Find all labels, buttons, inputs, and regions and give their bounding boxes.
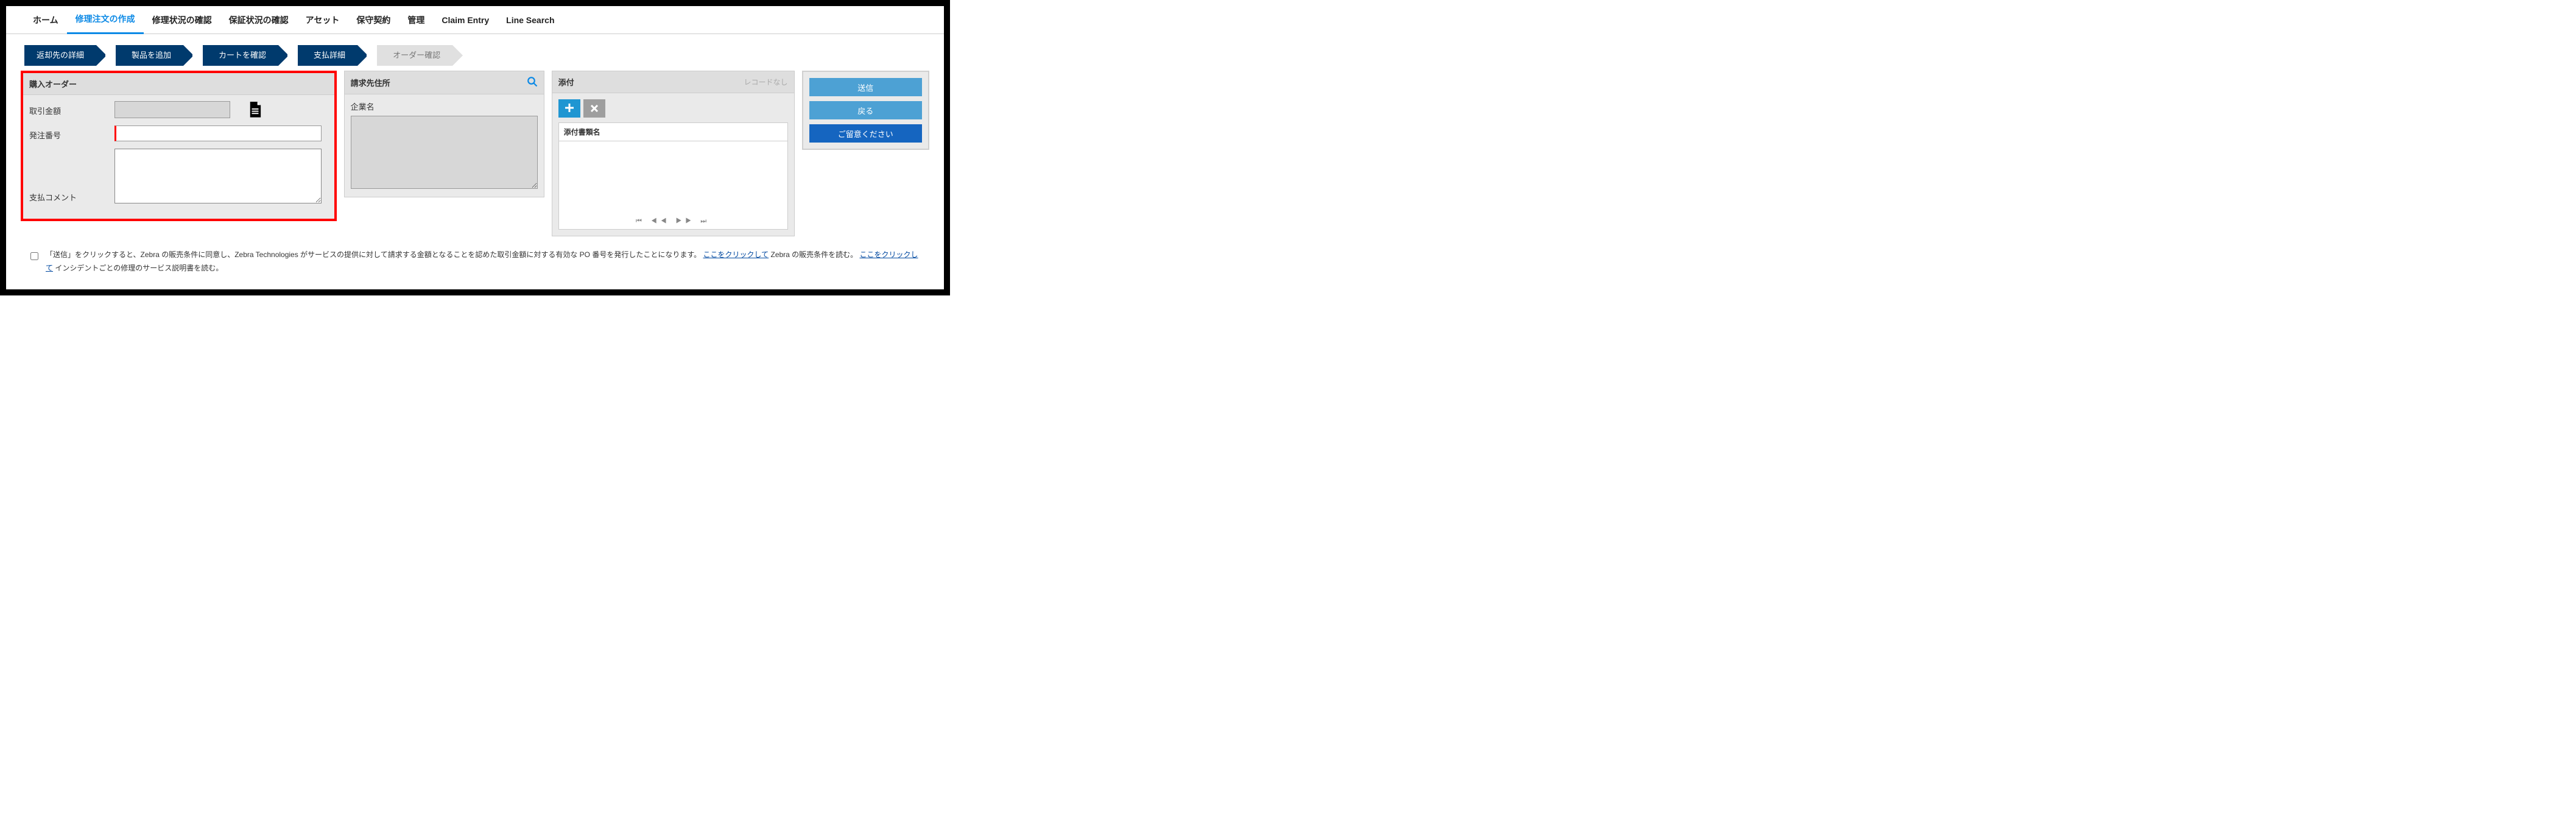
terms-link-1[interactable]: ここをクリックして bbox=[703, 250, 769, 259]
nav-line-search[interactable]: Line Search bbox=[498, 8, 563, 32]
no-records-label: レコードなし bbox=[744, 77, 788, 87]
step-return-detail[interactable]: 返却先の詳細 bbox=[24, 45, 96, 66]
attach-title: 添付 bbox=[558, 76, 574, 88]
nav-admin[interactable]: 管理 bbox=[399, 7, 433, 34]
step-order-confirm: オーダー確認 bbox=[377, 45, 452, 66]
agree-checkbox[interactable] bbox=[30, 252, 38, 260]
attachment-pager[interactable]: ⏮ ◀◀ ▶▶ ⏭ bbox=[559, 217, 787, 225]
first-page-icon[interactable]: ⏮ bbox=[636, 217, 646, 225]
company-name-textarea[interactable] bbox=[351, 116, 538, 189]
payment-comment-textarea[interactable] bbox=[114, 149, 322, 203]
nav-assets[interactable]: アセット bbox=[297, 7, 348, 34]
notice-button[interactable]: ご留意ください bbox=[809, 124, 922, 143]
po-title: 購入オーダー bbox=[23, 73, 334, 95]
progress-steps: 返却先の詳細 製品を追加 カートを確認 支払詳細 オーダー確認 bbox=[24, 45, 944, 66]
attachment-list: 添付書類名 ⏮ ◀◀ ▶▶ ⏭ bbox=[558, 122, 788, 230]
amount-field bbox=[114, 101, 230, 118]
po-number-label: 発注番号 bbox=[29, 125, 114, 141]
footer-text-1: 「送信」をクリックすると、Zebra の販売条件に同意し、Zebra Techn… bbox=[46, 250, 701, 259]
nav-claim-entry[interactable]: Claim Entry bbox=[433, 8, 498, 32]
step-review-cart[interactable]: カートを確認 bbox=[203, 45, 278, 66]
next-page-icon[interactable]: ▶▶ bbox=[676, 217, 695, 225]
comment-label: 支払コメント bbox=[29, 149, 114, 203]
nav-create-repair[interactable]: 修理注文の作成 bbox=[67, 5, 144, 34]
attachment-doc-name-header: 添付書類名 bbox=[559, 123, 787, 141]
purchase-order-panel: 購入オーダー 取引金額 発注番号 支払コメント bbox=[21, 71, 337, 221]
prev-page-icon[interactable]: ◀◀ bbox=[651, 217, 670, 225]
footer-text-3: インシデントごとの修理のサービス説明書を読む。 bbox=[55, 264, 223, 272]
nav-warranty-status[interactable]: 保証状況の確認 bbox=[220, 7, 297, 34]
nav-home[interactable]: ホーム bbox=[24, 7, 67, 34]
action-buttons-panel: 送信 戻る ご留意ください bbox=[802, 71, 929, 150]
step-payment-detail[interactable]: 支払詳細 bbox=[298, 45, 357, 66]
submit-button[interactable]: 送信 bbox=[809, 78, 922, 96]
footer-text-2: Zebra の販売条件を読む。 bbox=[771, 250, 860, 259]
attachment-panel: 添付 レコードなし 添付書類名 ⏮ ◀◀ ▶▶ bbox=[552, 71, 795, 236]
document-icon[interactable] bbox=[248, 102, 262, 118]
nav-maintenance[interactable]: 保守契約 bbox=[348, 7, 399, 34]
company-name-label: 企業名 bbox=[351, 101, 538, 112]
billing-address-panel: 請求先住所 企業名 bbox=[344, 71, 544, 197]
back-button[interactable]: 戻る bbox=[809, 101, 922, 119]
top-navigation: ホーム 修理注文の作成 修理状況の確認 保証状況の確認 アセット 保守契約 管理… bbox=[6, 6, 944, 34]
amount-label: 取引金額 bbox=[29, 101, 114, 116]
search-icon[interactable] bbox=[527, 76, 538, 89]
nav-repair-status[interactable]: 修理状況の確認 bbox=[144, 7, 220, 34]
add-attachment-button[interactable] bbox=[558, 99, 580, 118]
last-page-icon[interactable]: ⏭ bbox=[700, 217, 710, 225]
delete-attachment-button[interactable] bbox=[583, 99, 605, 118]
po-number-input[interactable] bbox=[114, 125, 322, 141]
terms-footer: 「送信」をクリックすると、Zebra の販売条件に同意し、Zebra Techn… bbox=[6, 240, 944, 289]
billing-title: 請求先住所 bbox=[351, 77, 390, 88]
step-add-product[interactable]: 製品を追加 bbox=[116, 45, 183, 66]
